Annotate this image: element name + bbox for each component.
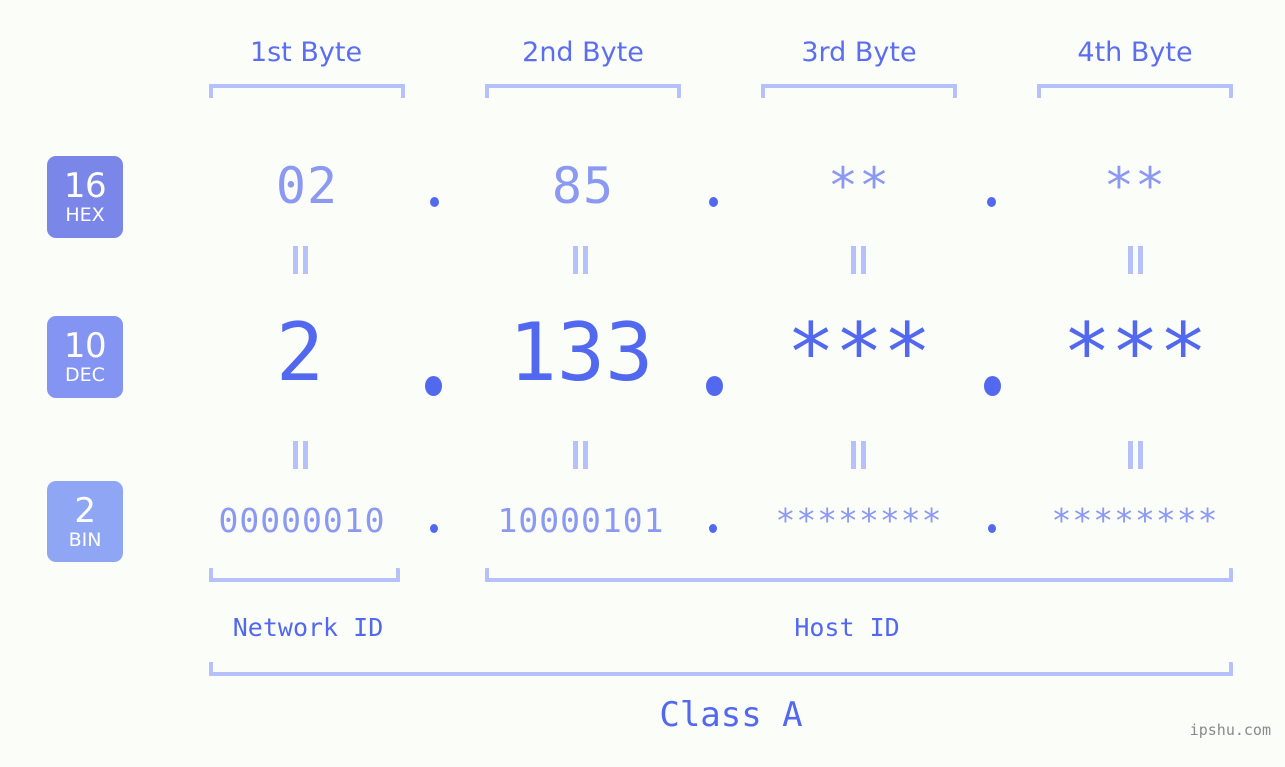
base-badge-dec: 10 DEC	[47, 316, 123, 398]
dec-byte-4: ***	[1062, 306, 1208, 399]
dec-byte-1: 2	[275, 306, 325, 399]
byte-header-2: 2nd Byte	[522, 37, 644, 68]
equals-marker-dec-bin-1	[290, 441, 312, 469]
bin-byte-3: ********	[775, 501, 943, 540]
network-id-label: Network ID	[232, 613, 384, 642]
byte-header-1: 1st Byte	[249, 37, 363, 68]
dec-separator-dot-2	[706, 376, 723, 396]
hex-byte-1: 02	[275, 157, 339, 215]
equals-marker-dec-bin-3	[848, 441, 870, 469]
equals-marker-hex-dec-1	[290, 246, 312, 274]
hex-separator-dot-3	[987, 197, 996, 207]
site-watermark: ipshu.com	[1189, 721, 1271, 739]
bin-byte-4: ********	[1051, 501, 1219, 540]
hex-separator-dot-1	[430, 197, 439, 207]
base-badge-dec-number: 10	[63, 326, 107, 366]
byte-bracket-top-3	[761, 84, 957, 98]
class-label: Class A	[659, 695, 803, 735]
hex-byte-3: **	[827, 157, 891, 215]
bin-byte-2: 10000101	[497, 501, 665, 540]
network-id-bracket	[209, 568, 400, 582]
byte-bracket-top-4	[1037, 84, 1233, 98]
byte-header-4: 4th Byte	[1077, 37, 1193, 68]
base-badge-bin: 2 BIN	[47, 481, 123, 562]
base-badge-bin-number: 2	[74, 490, 96, 531]
dec-byte-2: 133	[508, 306, 654, 399]
base-badge-hex-number: 16	[63, 166, 107, 206]
base-badge-dec-name: DEC	[65, 364, 105, 386]
byte-bracket-top-2	[485, 84, 681, 98]
bin-separator-dot-1	[430, 524, 438, 533]
byte-header-3: 3rd Byte	[801, 37, 917, 68]
base-badge-hex: 16 HEX	[47, 156, 123, 238]
base-badge-bin-name: BIN	[68, 528, 102, 551]
bin-separator-dot-2	[709, 524, 717, 533]
bin-separator-dot-3	[988, 524, 996, 533]
dec-separator-dot-3	[984, 376, 1001, 396]
hex-byte-2: 85	[551, 157, 615, 215]
equals-marker-hex-dec-2	[570, 246, 592, 274]
dec-separator-dot-1	[425, 376, 442, 396]
dec-byte-3: ***	[786, 306, 932, 399]
equals-marker-dec-bin-4	[1125, 441, 1147, 469]
base-badge-hex-name: HEX	[65, 204, 105, 226]
equals-marker-dec-bin-2	[570, 441, 592, 469]
hex-separator-dot-2	[709, 197, 718, 207]
equals-marker-hex-dec-4	[1125, 246, 1147, 274]
ip-breakdown-diagram: 1st Byte 2nd Byte 3rd Byte 4th Byte 16 H…	[0, 0, 1285, 767]
equals-marker-hex-dec-3	[848, 246, 870, 274]
hex-byte-4: **	[1103, 157, 1167, 215]
bin-byte-1: 00000010	[218, 501, 386, 540]
host-id-label: Host ID	[794, 613, 900, 642]
host-id-bracket	[485, 568, 1233, 582]
byte-bracket-top-1	[209, 84, 405, 98]
class-bracket	[209, 662, 1233, 676]
